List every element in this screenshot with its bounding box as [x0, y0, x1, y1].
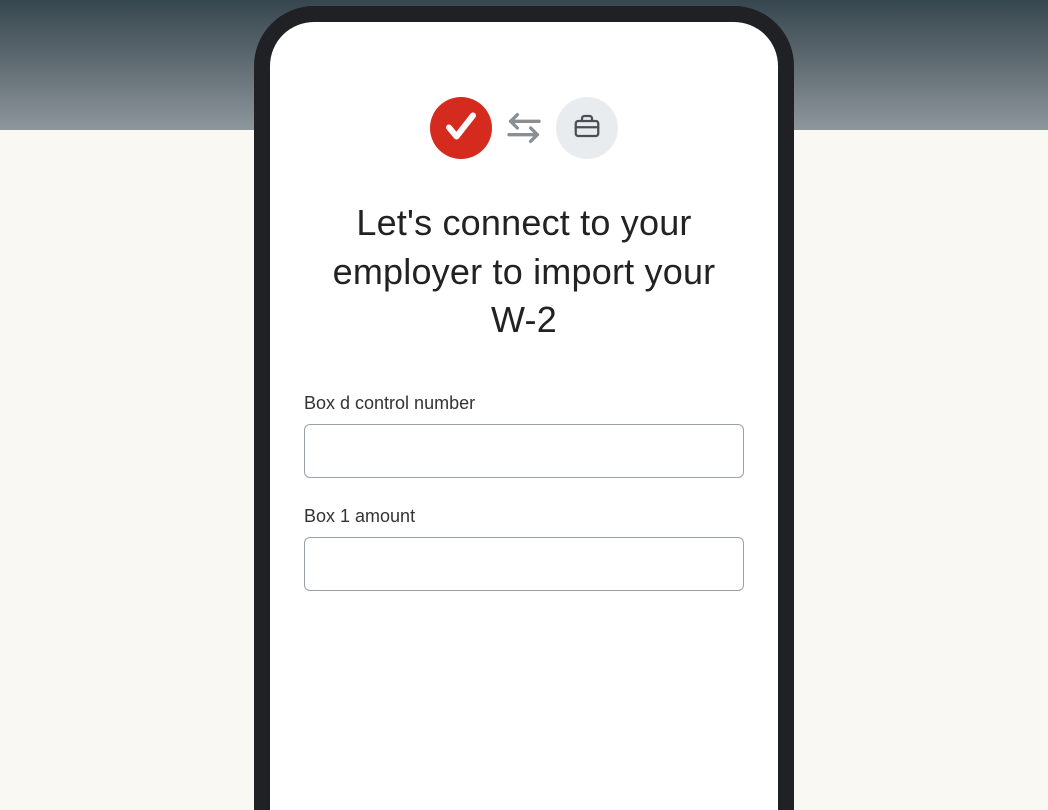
box-1-label: Box 1 amount — [304, 506, 744, 527]
employer-badge — [556, 97, 618, 159]
briefcase-icon — [572, 111, 602, 146]
box-d-group: Box d control number — [304, 393, 744, 478]
checkmark-badge — [430, 97, 492, 159]
page-heading: Let's connect to your employer to import… — [304, 199, 744, 345]
box-1-group: Box 1 amount — [304, 506, 744, 591]
box-d-label: Box d control number — [304, 393, 744, 414]
check-icon — [443, 108, 479, 149]
box-1-input[interactable] — [304, 537, 744, 591]
phone-frame: Let's connect to your employer to import… — [254, 6, 794, 810]
stage: Let's connect to your employer to import… — [0, 0, 1048, 810]
swap-arrows-icon — [504, 108, 544, 148]
connection-icon-row — [304, 97, 744, 159]
box-d-input[interactable] — [304, 424, 744, 478]
